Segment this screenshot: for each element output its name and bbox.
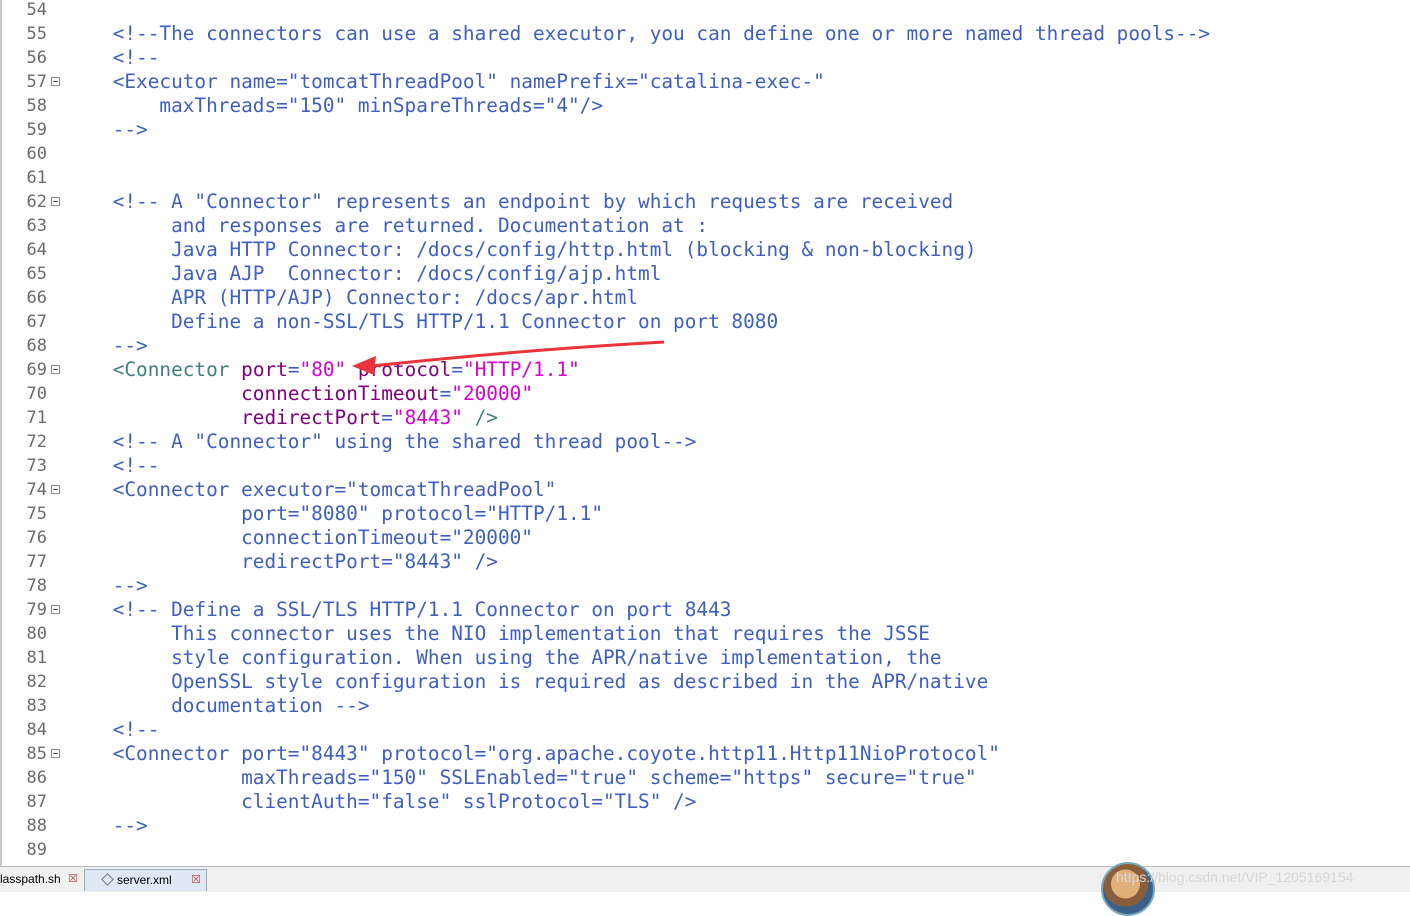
red-arrow-annotation bbox=[352, 340, 665, 375]
tab-classpath-sh[interactable]: lasspath.sh ☒ bbox=[0, 869, 80, 890]
watermark: https://blog.csdn.net/VIP_1205169154 bbox=[1116, 869, 1354, 885]
tab-label: server.xml bbox=[117, 873, 172, 887]
close-icon[interactable]: ☒ bbox=[67, 869, 79, 890]
tab-server-xml[interactable]: server.xml ☒ bbox=[84, 869, 207, 891]
close-icon[interactable]: ☒ bbox=[190, 870, 202, 891]
xml-file-icon bbox=[101, 873, 114, 886]
tab-label: lasspath.sh bbox=[0, 872, 61, 886]
arrow-head bbox=[352, 356, 376, 375]
arrow-shaft bbox=[371, 340, 665, 368]
